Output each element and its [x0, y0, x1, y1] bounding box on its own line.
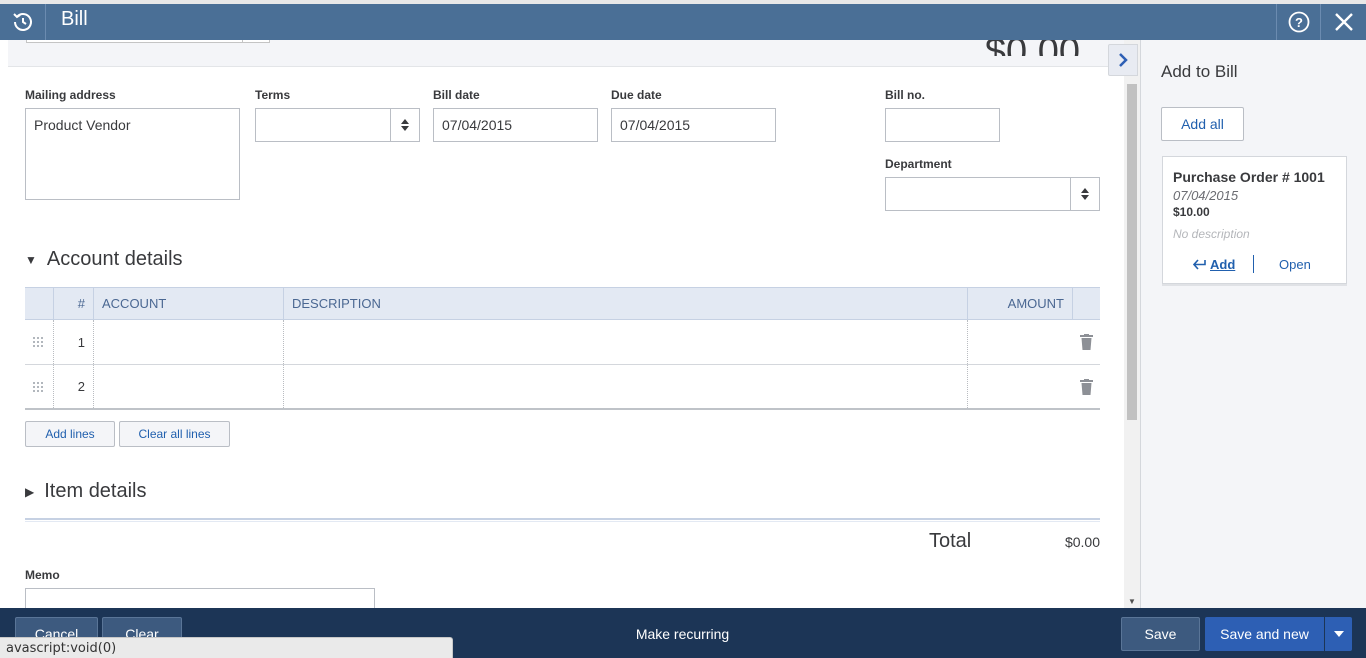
save-button[interactable]: Save [1121, 617, 1200, 651]
triangle-down-icon: ▼ [25, 252, 37, 267]
total-label: Total [929, 530, 972, 552]
add-to-bill-panel: Add to Bill Add all Purchase Order # 100… [1140, 40, 1366, 608]
top-bar: Bill ? [0, 0, 1366, 40]
terms-label: Terms [255, 88, 291, 102]
balance-due-amount: $0.00 [985, 40, 1080, 56]
mailing-address-label: Mailing address [25, 88, 116, 102]
svg-text:?: ? [1295, 15, 1303, 30]
bill-no-field[interactable] [885, 108, 1000, 142]
column-header-account: ACCOUNT [102, 296, 167, 311]
card-link-divider [1253, 255, 1254, 273]
vertical-scrollbar[interactable]: ▼ [1124, 40, 1140, 608]
card-amount: $10.00 [1173, 205, 1210, 219]
account-details-title: Account details [46, 248, 183, 270]
column-header-amount: AMOUNT [1007, 296, 1064, 311]
trash-icon[interactable] [1080, 320, 1093, 364]
table-row[interactable]: 2 [25, 365, 1100, 410]
memo-field[interactable] [25, 588, 375, 608]
caret-down-icon [1070, 178, 1099, 210]
memo-label: Memo [25, 568, 60, 582]
bill-form: $0.00 Mailing address Product Vendor Ter… [8, 40, 1140, 608]
column-header-description: DESCRIPTION [292, 296, 381, 311]
table-row[interactable]: 1 [25, 320, 1100, 365]
add-all-button[interactable]: Add all [1161, 107, 1244, 141]
account-details-toggle[interactable]: ▼ Account details [25, 248, 183, 271]
mailing-address-field[interactable]: Product Vendor [25, 108, 240, 200]
close-icon[interactable] [1320, 4, 1366, 40]
history-icon[interactable] [0, 4, 46, 40]
column-header-num: # [77, 296, 85, 311]
item-details-toggle[interactable]: ▶ Item details [25, 480, 147, 503]
terms-select[interactable] [255, 108, 420, 142]
browser-status-bar: avascript:void(0) [0, 637, 453, 658]
total-value: $0.00 [1064, 534, 1100, 550]
due-date-label: Due date [611, 88, 662, 102]
clear-all-lines-button[interactable]: Clear all lines [119, 421, 230, 447]
bill-date-label: Bill date [433, 88, 480, 102]
caret-down-icon [390, 109, 419, 141]
header-strip: $0.00 [8, 40, 1140, 67]
scrollbar-thumb[interactable] [1127, 84, 1137, 420]
page-title: Bill [61, 8, 88, 30]
card-description: No description [1173, 227, 1250, 241]
arrow-left-icon [1193, 259, 1206, 270]
table-header: # ACCOUNT DESCRIPTION AMOUNT [25, 287, 1100, 320]
help-icon[interactable]: ? [1276, 4, 1320, 40]
card-date: 07/04/2015 [1173, 188, 1239, 203]
trash-icon[interactable] [1080, 365, 1093, 408]
save-and-new-button[interactable]: Save and new [1205, 617, 1324, 651]
bill-no-label: Bill no. [885, 88, 925, 102]
account-details-table: # ACCOUNT DESCRIPTION AMOUNT 1 2 [25, 287, 1100, 410]
purchase-order-card: Purchase Order # 1001 07/04/2015 $10.00 … [1162, 156, 1347, 284]
triangle-right-icon: ▶ [25, 484, 35, 499]
make-recurring-link[interactable]: Make recurring [610, 617, 755, 651]
add-lines-button[interactable]: Add lines [25, 421, 115, 447]
drag-handle-icon[interactable] [32, 365, 44, 408]
card-add-label: Add [1210, 257, 1236, 272]
bill-date-field[interactable]: 07/04/2015 [433, 108, 598, 142]
due-date-field[interactable]: 07/04/2015 [611, 108, 776, 142]
caret-down-icon [1333, 631, 1344, 637]
department-label: Department [885, 157, 952, 171]
row-number: 1 [77, 334, 85, 350]
scroll-down-icon[interactable]: ▼ [1128, 597, 1136, 606]
panel-title: Add to Bill [1161, 62, 1238, 81]
chevron-right-icon[interactable] [1108, 44, 1138, 76]
department-select[interactable] [885, 177, 1100, 211]
drag-handle-icon[interactable] [32, 320, 44, 364]
save-options-dropdown[interactable] [1324, 617, 1352, 651]
item-details-divider [25, 518, 1100, 522]
row-number: 2 [77, 379, 85, 394]
vendor-field[interactable] [26, 40, 270, 43]
item-details-title: Item details [44, 480, 147, 502]
card-add-link[interactable]: Add [1193, 257, 1235, 272]
card-open-link[interactable]: Open [1279, 257, 1311, 272]
card-title: Purchase Order # 1001 [1173, 169, 1325, 185]
